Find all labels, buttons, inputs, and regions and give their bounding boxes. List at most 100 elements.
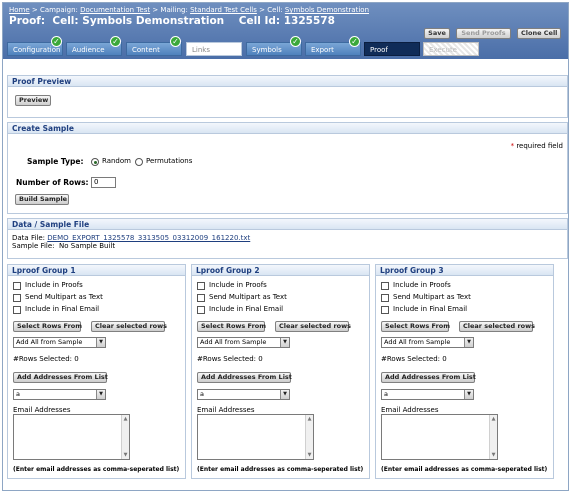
send-multipart-checkbox[interactable] [13,294,21,302]
check-icon: ✓ [110,36,121,47]
tab-execute: Execute [423,42,479,56]
scrollbar[interactable]: ▲ ▼ [121,415,129,459]
sample-file-value: No Sample Built [59,242,116,250]
preview-button[interactable]: Preview [15,95,51,106]
select-rows-button[interactable]: Select Rows From [197,321,266,332]
tab-label: Symbols [252,46,282,54]
tab-label: Proof [370,46,388,54]
breadcrumb-separator: > Cell: [256,6,285,14]
address-list-dropdown[interactable]: a ▼ [13,389,106,400]
sample-dropdown[interactable]: Add All from Sample ▼ [381,337,474,348]
email-addresses-label: Email Addresses [381,406,439,414]
send-multipart-checkbox[interactable] [381,294,389,302]
sample-file-label: Sample File: [12,242,59,250]
breadcrumb: Home > Campaign: Documentation Test > Ma… [9,6,369,14]
tab-links[interactable]: Links [186,42,242,56]
email-addresses-label: Email Addresses [197,406,255,414]
random-radio[interactable] [91,158,99,166]
email-addresses-textarea[interactable]: ▲ ▼ [197,414,314,460]
breadcrumb-mailing-link[interactable]: Standard Test Cells [190,6,257,14]
send-multipart-label: Send Multipart as Text [25,293,103,301]
rows-input[interactable]: 0 [91,177,116,188]
include-in-proofs-checkbox[interactable] [197,282,205,290]
chevron-down-icon: ▼ [464,338,473,347]
page-header: Home > Campaign: Documentation Test > Ma… [3,3,568,59]
tab-content[interactable]: Content ✓ [126,36,182,56]
sample-dropdown[interactable]: Add All from Sample ▼ [197,337,290,348]
breadcrumb-cell-link[interactable]: Symbols Demonstration [285,6,369,14]
scroll-down-icon[interactable]: ▼ [306,452,313,458]
rows-selected-text: #Rows Selected: 0 [13,355,79,363]
breadcrumb-separator: > Campaign: [29,6,81,14]
email-addresses-textarea[interactable]: ▲ ▼ [13,414,130,460]
clear-rows-button[interactable]: Clear selected rows [459,321,535,332]
add-addresses-button[interactable]: Add Addresses From List [381,372,476,383]
scroll-up-icon[interactable]: ▲ [490,416,497,422]
lproof-group-2: Lproof Group 2 Include in Proofs Send Mu… [191,264,370,479]
build-sample-button[interactable]: Build Sample [15,194,69,205]
include-in-proofs-label: Include in Proofs [25,281,83,289]
include-in-proofs-label: Include in Proofs [209,281,267,289]
select-rows-button[interactable]: Select Rows From [13,321,82,332]
include-in-final-label: Include in Final Email [25,305,100,313]
scroll-down-icon[interactable]: ▼ [122,452,129,458]
email-addresses-label: Email Addresses [13,406,71,414]
include-in-final-checkbox[interactable] [13,306,21,314]
tab-label: Content [132,46,160,54]
breadcrumb-campaign-link[interactable]: Documentation Test [80,6,150,14]
clear-rows-button[interactable]: Clear selected rows [275,321,351,332]
scrollbar[interactable]: ▲ ▼ [305,415,313,459]
tab-audience[interactable]: Audience ✓ [66,36,122,56]
scroll-up-icon[interactable]: ▲ [122,416,129,422]
sample-file-row: Sample File: No Sample Built [12,242,115,250]
address-list-dropdown[interactable]: a ▼ [381,389,474,400]
tab-label: Links [192,46,210,54]
scroll-up-icon[interactable]: ▲ [306,416,313,422]
scrollbar[interactable]: ▲ ▼ [489,415,497,459]
check-icon: ✓ [170,36,181,47]
include-in-final-checkbox[interactable] [197,306,205,314]
send-multipart-checkbox[interactable] [197,294,205,302]
tab-configuration[interactable]: Configuration ✓ [7,36,63,56]
clone-cell-button[interactable]: Clone Cell [517,28,561,39]
breadcrumb-home-link[interactable]: Home [9,6,30,14]
tab-proof[interactable]: Proof [364,42,420,56]
rows-label: Number of Rows: [16,178,89,187]
group-title: Lproof Group 2 [192,265,369,276]
sample-dropdown[interactable]: Add All from Sample ▼ [13,337,106,348]
section-title: Data / Sample File [8,219,567,230]
group-title: Lproof Group 1 [8,265,185,276]
chevron-down-icon: ▼ [96,338,105,347]
include-in-proofs-checkbox[interactable] [13,282,21,290]
rows-selected-text: #Rows Selected: 0 [381,355,447,363]
sample-type-label: Sample Type: [27,157,84,166]
include-in-final-checkbox[interactable] [381,306,389,314]
data-file-label: Data File: [12,234,48,242]
tab-label: Configuration [13,46,61,54]
include-in-proofs-checkbox[interactable] [381,282,389,290]
required-text: required field [514,142,563,150]
add-addresses-button[interactable]: Add Addresses From List [197,372,292,383]
permutations-radio[interactable] [135,158,143,166]
workflow-tabs: Configuration ✓ Audience ✓ Content ✓ Links … [7,36,567,56]
save-button[interactable]: Save [424,28,450,39]
chevron-down-icon: ▼ [96,390,105,399]
tab-symbols[interactable]: Symbols ✓ [246,36,302,56]
dropdown-value: a [16,390,20,398]
proof-preview-section: Proof Preview Preview [7,75,568,118]
chevron-down-icon: ▼ [280,390,289,399]
address-list-dropdown[interactable]: a ▼ [197,389,290,400]
dropdown-value: a [200,390,204,398]
clear-rows-button[interactable]: Clear selected rows [91,321,167,332]
email-hint-text: (Enter email addresses as comma-seperate… [13,466,180,473]
email-addresses-textarea[interactable]: ▲ ▼ [381,414,498,460]
tab-export[interactable]: Export ✓ [305,36,361,56]
scroll-down-icon[interactable]: ▼ [490,452,497,458]
select-rows-button[interactable]: Select Rows From [381,321,450,332]
chevron-down-icon: ▼ [280,338,289,347]
send-proofs-button[interactable]: Send Proofs [456,28,511,39]
send-multipart-label: Send Multipart as Text [393,293,471,301]
data-file-link[interactable]: DEMO_EXPORT_1325578_3313505_03312009_161… [47,234,250,242]
tab-label: Execute [429,46,457,54]
add-addresses-button[interactable]: Add Addresses From List [13,372,108,383]
